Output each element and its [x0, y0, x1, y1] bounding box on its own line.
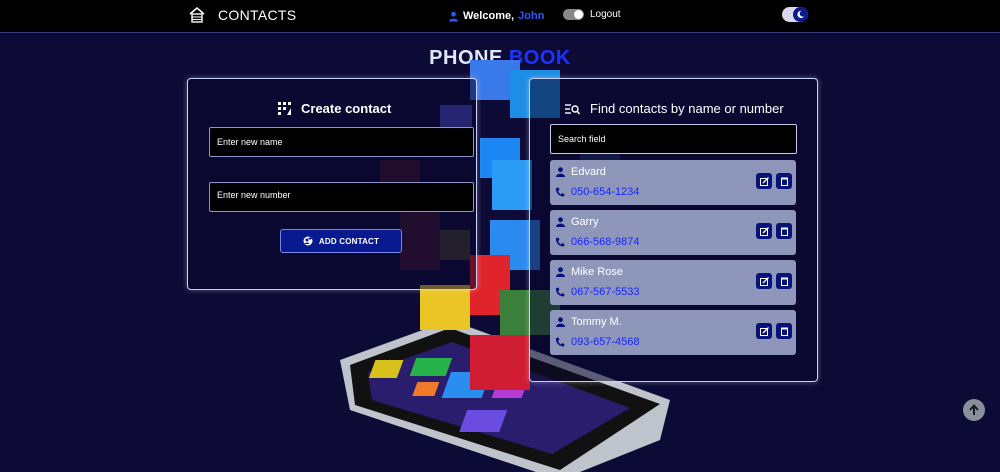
add-contact-button[interactable]: ADD CONTACT: [280, 229, 402, 253]
list-search-icon: [565, 103, 580, 114]
contact-number: 050-654-1234: [571, 186, 640, 198]
find-contacts-header: Find contacts by name or number: [565, 101, 784, 116]
number-input[interactable]: Enter new number: [209, 182, 474, 212]
delete-button[interactable]: [776, 173, 792, 189]
contact-number-row: 067-567-5533: [555, 286, 640, 298]
add-user-icon: [303, 236, 313, 246]
contact-name-row: Edvard: [556, 166, 606, 178]
dialpad-icon: [278, 102, 291, 115]
contact-number-row: 066-568-9874: [555, 236, 640, 248]
trash-icon: [780, 227, 788, 236]
delete-button[interactable]: [776, 273, 792, 289]
number-input-placeholder: Enter new number: [217, 190, 291, 200]
create-contact-panel: Create contact Enter new name Enter new …: [187, 78, 477, 290]
find-contacts-panel: Find contacts by name or number Search f…: [529, 78, 818, 382]
person-icon: [556, 217, 565, 227]
phone-icon: [555, 187, 565, 197]
name-input-placeholder: Enter new name: [217, 137, 283, 147]
user-name: John: [518, 10, 545, 22]
house-icon: [189, 6, 205, 23]
moon-icon: [793, 7, 808, 22]
contact-number-row: 093-657-4568: [555, 336, 640, 348]
contact-card: Mike Rose 067-567-5533: [550, 260, 796, 305]
contact-name: Tommy M.: [571, 316, 622, 328]
edit-icon: [759, 226, 769, 236]
arrow-up-icon: [969, 404, 979, 415]
phone-icon: [555, 237, 565, 247]
edit-icon: [759, 176, 769, 186]
scroll-to-top-button[interactable]: [963, 399, 985, 421]
contact-card: Garry 066-568-9874: [550, 210, 796, 255]
edit-button[interactable]: [756, 323, 772, 339]
contact-number: 066-568-9874: [571, 236, 640, 248]
edit-button[interactable]: [756, 173, 772, 189]
person-icon: [556, 167, 565, 177]
contact-number: 093-657-4568: [571, 336, 640, 348]
delete-button[interactable]: [776, 323, 792, 339]
brand[interactable]: CONTACTS: [188, 6, 296, 24]
delete-button[interactable]: [776, 223, 792, 239]
search-input-placeholder: Search field: [558, 134, 606, 144]
contact-number: 067-567-5533: [571, 286, 640, 298]
welcome-label: Welcome,: [463, 10, 515, 22]
contact-number-row: 050-654-1234: [555, 186, 640, 198]
person-icon: [556, 267, 565, 277]
contact-name-row: Mike Rose: [556, 266, 623, 278]
welcome-message: Welcome, John: [448, 10, 544, 22]
phone-icon: [555, 337, 565, 347]
contact-name: Mike Rose: [571, 266, 623, 278]
trash-icon: [780, 277, 788, 286]
create-contact-header: Create contact: [278, 101, 391, 116]
add-contact-label: ADD CONTACT: [318, 236, 380, 246]
name-input[interactable]: Enter new name: [209, 127, 474, 157]
person-icon: [556, 317, 565, 327]
search-input[interactable]: Search field: [550, 124, 797, 154]
contact-card: Tommy M. 093-657-4568: [550, 310, 796, 355]
contact-card: Edvard 050-654-1234: [550, 160, 796, 205]
contact-name-row: Tommy M.: [556, 316, 622, 328]
edit-button[interactable]: [756, 223, 772, 239]
logout-control[interactable]: Logout: [563, 9, 621, 20]
brand-title: CONTACTS: [218, 7, 297, 23]
contact-name-row: Garry: [556, 216, 599, 228]
contact-name: Garry: [571, 216, 599, 228]
top-navbar: CONTACTS Welcome, John Logout: [0, 0, 1000, 33]
edit-button[interactable]: [756, 273, 772, 289]
contact-name: Edvard: [571, 166, 606, 178]
edit-icon: [759, 326, 769, 336]
logout-toggle[interactable]: [563, 9, 584, 20]
theme-toggle[interactable]: [782, 7, 808, 22]
trash-icon: [780, 327, 788, 336]
edit-icon: [759, 276, 769, 286]
phone-icon: [555, 287, 565, 297]
trash-icon: [780, 177, 788, 186]
find-contacts-title: Find contacts by name or number: [590, 101, 784, 116]
logout-label: Logout: [590, 9, 621, 20]
user-icon: [448, 11, 459, 22]
create-contact-title: Create contact: [301, 101, 392, 116]
